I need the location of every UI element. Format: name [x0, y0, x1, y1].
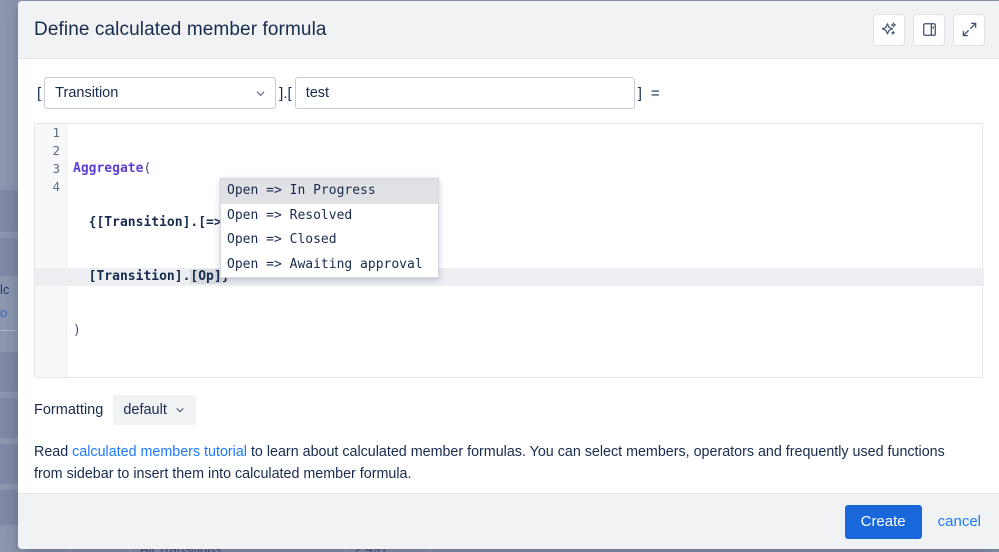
equals-sign: =: [645, 85, 660, 102]
line-number: 3: [35, 160, 66, 178]
autocomplete-item[interactable]: Open => In Progress: [221, 179, 438, 204]
autocomplete-item[interactable]: Open => Closed: [221, 228, 438, 253]
background-card: [0, 490, 18, 530]
code-token-paren: ): [73, 323, 81, 338]
member-definition-row: [ Transition ].[ ] =: [34, 77, 983, 109]
chevron-down-icon: [174, 404, 186, 416]
open-bracket: [: [34, 85, 44, 102]
editor-gutter: 1 2 3 4: [35, 124, 67, 377]
background-card: [0, 398, 18, 438]
expand-icon: [961, 21, 978, 38]
calculated-member-modal: Define calculated member formula: [18, 1, 999, 549]
code-line-active: [Transition].[Op]}: [73, 268, 982, 286]
autocomplete-item[interactable]: Open => Awaiting approval: [221, 253, 438, 278]
create-button[interactable]: Create: [845, 505, 922, 539]
code-token-function: Aggregate: [73, 161, 143, 176]
background-text-fragment: lc: [0, 282, 9, 297]
autocomplete-item[interactable]: Open => Resolved: [221, 204, 438, 229]
sidebar-panel-icon: [921, 21, 938, 38]
code-line: ): [73, 322, 982, 340]
background-card: [0, 238, 18, 276]
close-bracket: ]: [635, 85, 645, 102]
cancel-button[interactable]: cancel: [936, 513, 983, 530]
calculated-members-tutorial-link[interactable]: calculated members tutorial: [72, 444, 247, 460]
page-title: Define calculated member formula: [34, 19, 865, 41]
chevron-down-icon: [254, 87, 267, 100]
formatting-row: Formatting default: [34, 395, 983, 425]
background-card: [0, 444, 18, 484]
code-line: {[Transition].[=> In Progress],: [73, 214, 982, 232]
sidebar-panel-icon-button[interactable]: [913, 14, 945, 46]
expand-icon-button[interactable]: [953, 14, 985, 46]
formula-editor[interactable]: 1 2 3 4 Aggregate( {[Transition].[=> In …: [34, 123, 983, 378]
code-token-selected: [Op]: [190, 269, 221, 284]
autocomplete-popup[interactable]: Open => In Progress Open => Resolved Ope…: [220, 178, 439, 278]
editor-code[interactable]: Aggregate( {[Transition].[=> In Progress…: [67, 124, 982, 377]
formatting-select-value: default: [123, 402, 167, 418]
dimension-select[interactable]: Transition: [44, 77, 276, 109]
modal-header: Define calculated member formula: [18, 1, 999, 59]
formatting-label: Formatting: [34, 402, 103, 418]
help-prefix: Read: [34, 444, 72, 460]
modal-body: [ Transition ].[ ] = 1 2 3 4: [18, 59, 999, 493]
help-text: Read calculated members tutorial to lear…: [34, 441, 974, 485]
dimension-select-value: Transition: [55, 85, 254, 101]
code-line: Aggregate(: [73, 160, 982, 178]
background-link-fragment: o: [0, 305, 7, 320]
line-number: 1: [35, 124, 66, 142]
formatting-select[interactable]: default: [113, 395, 196, 425]
code-token-member: [Transition].: [89, 269, 191, 284]
code-token-indent: [73, 269, 89, 284]
line-number: 2: [35, 142, 66, 160]
background-card: [0, 190, 18, 232]
ai-sparkle-icon: [881, 21, 898, 38]
code-token-paren: (: [143, 161, 151, 176]
modal-footer: Create cancel: [18, 493, 999, 549]
line-number: 4: [35, 178, 66, 196]
ai-sparkle-icon-button[interactable]: [873, 14, 905, 46]
member-name-input[interactable]: [295, 77, 635, 109]
bracket-separator: ].[: [276, 85, 295, 102]
background-divider: [0, 330, 18, 331]
background-card: [0, 352, 18, 392]
